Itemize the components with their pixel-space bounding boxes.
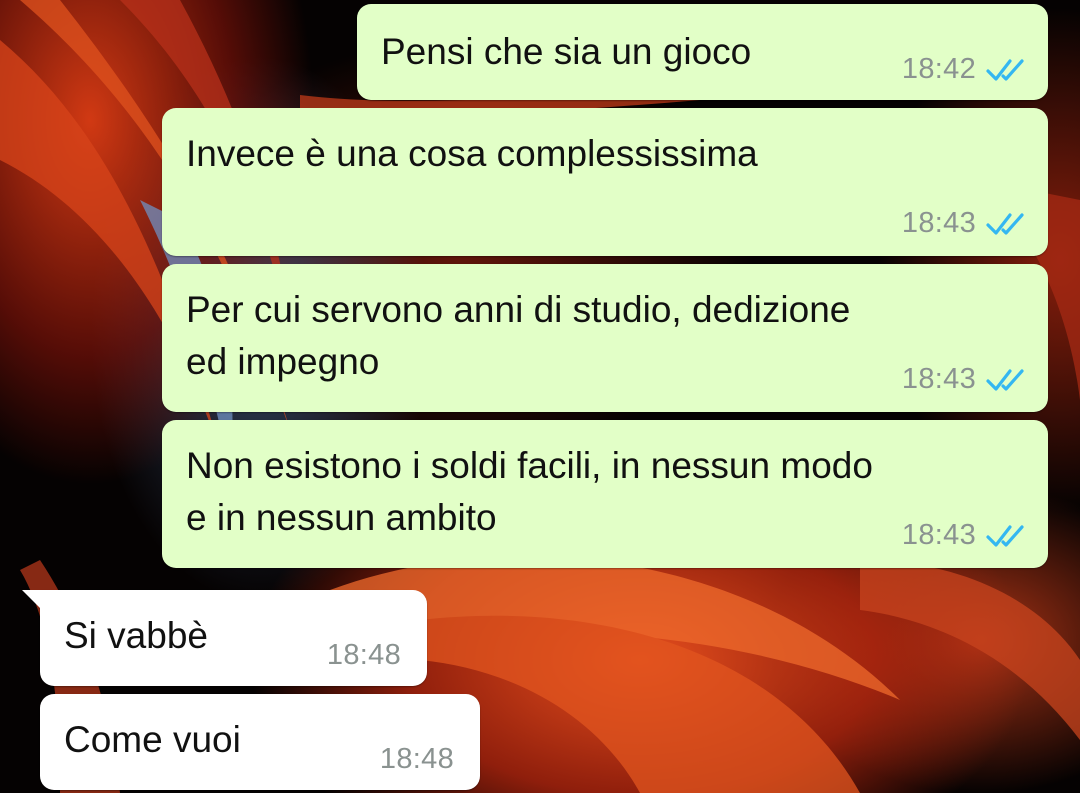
message-time: 18:43 — [901, 207, 976, 239]
message-meta: 18:43 — [902, 363, 1026, 396]
message-text: Si vabbè — [64, 615, 208, 656]
message-text: Come vuoi — [64, 719, 241, 760]
message-bubble-outgoing[interactable]: Invece è una cosa complessissima 18:43 — [162, 108, 1048, 256]
message-meta: 18:48 — [380, 743, 454, 776]
message-bubble-outgoing[interactable]: Non esistono i soldi facili, in nessun m… — [162, 420, 1048, 568]
double-check-read-icon — [986, 368, 1024, 391]
double-check-read-icon — [986, 58, 1024, 81]
message-text: Per cui servono anni di studio, dedizion… — [186, 289, 851, 382]
message-time: 18:48 — [379, 743, 454, 775]
message-bubble-outgoing[interactable]: Pensi che sia un gioco 18:42 — [357, 4, 1048, 100]
message-time: 18:43 — [901, 519, 976, 551]
message-text: Invece è una cosa complessissima — [186, 133, 758, 174]
message-time: 18:48 — [326, 639, 401, 671]
double-check-read-icon — [986, 524, 1024, 547]
double-check-read-icon — [986, 212, 1024, 235]
message-meta: 18:48 — [327, 639, 401, 672]
message-meta: 18:43 — [902, 207, 1026, 240]
bubble-tail-icon — [22, 590, 44, 612]
message-text: Pensi che sia un gioco — [381, 31, 752, 72]
message-time: 18:42 — [901, 53, 976, 85]
message-meta: 18:42 — [902, 53, 1026, 86]
message-bubble-incoming[interactable]: Come vuoi 18:48 — [40, 694, 480, 790]
message-meta: 18:43 — [902, 519, 1026, 552]
message-bubble-outgoing[interactable]: Per cui servono anni di studio, dedizion… — [162, 264, 1048, 412]
message-text: Non esistono i soldi facili, in nessun m… — [186, 445, 873, 538]
message-bubble-incoming[interactable]: Si vabbè 18:48 — [22, 590, 427, 686]
message-time: 18:43 — [901, 363, 976, 395]
